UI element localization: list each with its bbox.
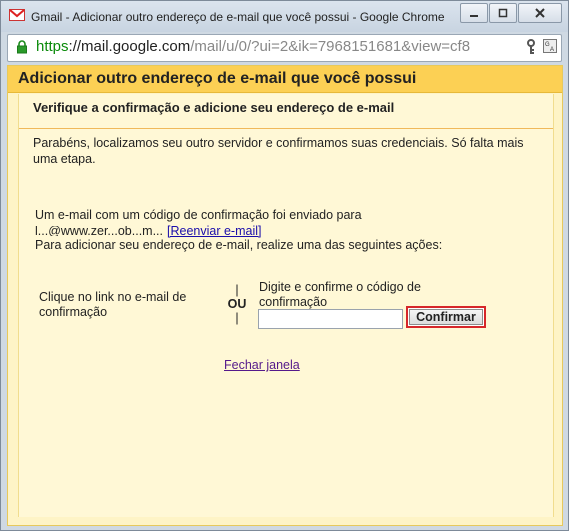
url-scheme: https <box>36 38 69 55</box>
or-separator: | OU | <box>225 283 249 325</box>
dialog: Adicionar outro endereço de e-mail que v… <box>7 65 563 526</box>
restore-button[interactable] <box>489 3 517 23</box>
key-icon[interactable] <box>525 39 537 55</box>
click-link-option: Clique no link no e-mail de confirmação <box>39 290 187 319</box>
dialog-title: Adicionar outro endereço de e-mail que v… <box>18 70 417 87</box>
email-row: l...@www.zer...ob...m... [Reenviar e-mail… <box>35 224 261 238</box>
close-icon <box>535 8 545 18</box>
svg-text:A: A <box>550 47 554 53</box>
translate-icon[interactable]: G A <box>543 39 557 53</box>
url-text[interactable]: https://mail.google.com/mail/u/0/?ui=2&i… <box>36 38 470 55</box>
dialog-body: Verifique a confirmação e adicione seu e… <box>18 94 554 517</box>
browser-window: Gmail - Adicionar outro endereço de e-ma… <box>0 0 569 531</box>
url-host: ://mail.google.com <box>68 38 191 55</box>
divider <box>19 128 553 129</box>
url-path: /mail/u/0/?ui=2&ik=7968151681&view=cf8 <box>190 38 471 55</box>
close-button[interactable] <box>518 3 562 23</box>
confirm-button[interactable]: Confirmar <box>409 309 483 325</box>
restore-icon <box>498 8 508 18</box>
email-address: l...@www.zer...ob...m... <box>35 226 163 236</box>
or-label: OU <box>227 297 247 311</box>
code-sent-text: Um e-mail com um código de confirmação f… <box>35 208 362 222</box>
resend-email-link[interactable]: [Reenviar e-mail] <box>167 224 261 238</box>
congrats-text: Parabéns, localizamos seu outro servidor… <box>33 136 524 166</box>
or-bar-bottom: | <box>235 311 239 325</box>
instructions-text: Para adicionar seu endereço de e-mail, r… <box>35 238 443 252</box>
title-bar[interactable]: Gmail - Adicionar outro endereço de e-ma… <box>1 1 568 32</box>
minimize-icon <box>470 15 478 17</box>
minimize-button[interactable] <box>460 3 488 23</box>
address-bar-icons: G A <box>525 39 557 55</box>
window-title: Gmail - Adicionar outro endereço de e-ma… <box>31 10 445 24</box>
dialog-header: Adicionar outro endereço de e-mail que v… <box>8 66 562 93</box>
close-window-link[interactable]: Fechar janela <box>224 358 300 372</box>
gmail-icon <box>9 9 25 21</box>
confirm-button-highlight: Confirmar <box>406 306 486 328</box>
or-bar-top: | <box>235 283 239 297</box>
step-heading: Verifique a confirmação e adicione seu e… <box>33 100 395 115</box>
lock-icon <box>17 40 27 54</box>
address-bar[interactable]: https://mail.google.com/mail/u/0/?ui=2&i… <box>7 34 562 62</box>
window-controls <box>459 3 562 23</box>
confirmation-code-input[interactable] <box>258 309 403 329</box>
